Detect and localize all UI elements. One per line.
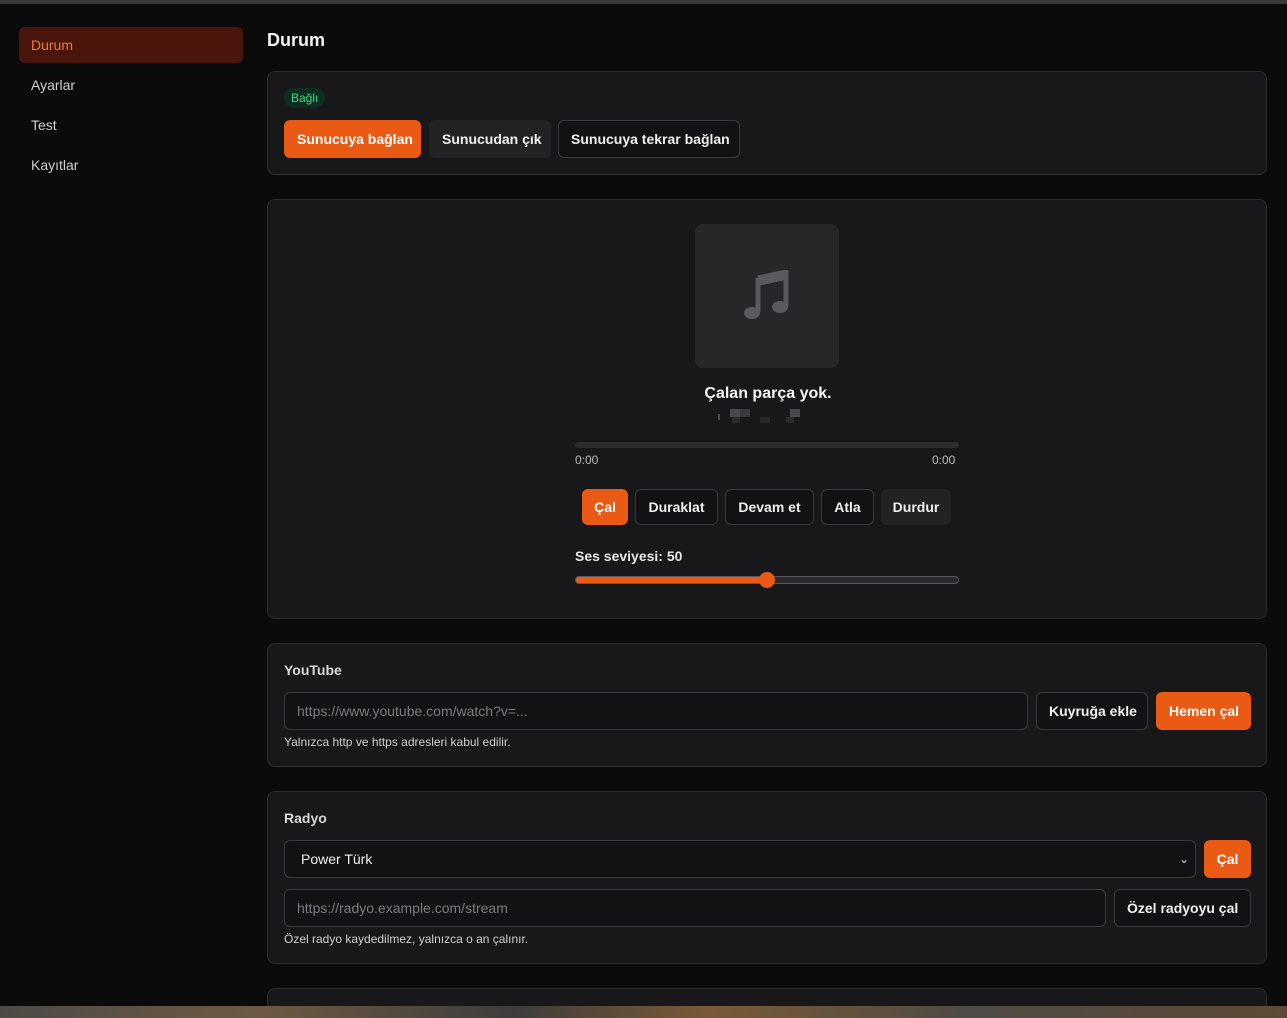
radio-card: Radyo Power Türk ⌄ Çal Özel radyoyu çal … bbox=[267, 791, 1267, 964]
album-art bbox=[695, 224, 839, 368]
redacted-artist bbox=[716, 409, 816, 423]
player-card: Çalan parça yok. 0:00 0:00 Çal Duraklat … bbox=[267, 199, 1267, 619]
youtube-card: YouTube Kuyruğa ekle Hemen çal Yalnızca … bbox=[267, 643, 1267, 767]
radio-title: Radyo bbox=[284, 810, 327, 826]
radio-station-value: Power Türk bbox=[301, 851, 373, 867]
youtube-hint: Yalnızca http ve https adresleri kabul e… bbox=[284, 735, 511, 749]
reconnect-button[interactable]: Sunucuya tekrar bağlan bbox=[558, 120, 740, 158]
volume-slider[interactable] bbox=[575, 572, 959, 588]
desktop-wallpaper-strip bbox=[0, 1006, 1287, 1018]
play-now-button[interactable]: Hemen çal bbox=[1156, 692, 1251, 730]
radio-station-select[interactable]: Power Türk ⌄ bbox=[284, 840, 1196, 878]
sidebar: Durum Ayarlar Test Kayıtlar bbox=[0, 4, 254, 1006]
volume-slider-fill bbox=[576, 577, 767, 583]
sidebar-item-test[interactable]: Test bbox=[19, 107, 243, 143]
pause-button[interactable]: Duraklat bbox=[635, 489, 718, 525]
time-current: 0:00 bbox=[575, 453, 599, 467]
sidebar-item-ayarlar[interactable]: Ayarlar bbox=[19, 67, 243, 103]
music-note-icon bbox=[744, 270, 789, 319]
chevron-down-icon: ⌄ bbox=[1178, 852, 1189, 866]
status-badge: Bağlı bbox=[284, 88, 326, 108]
volume-label: Ses seviyesi: 50 bbox=[575, 548, 683, 564]
radio-hint: Özel radyo kaydedilmez, yalnızca o an ça… bbox=[284, 932, 529, 946]
disconnect-button[interactable]: Sunucudan çık bbox=[429, 120, 551, 158]
progress-bar[interactable] bbox=[575, 442, 959, 448]
connection-card: Bağlı Sunucuya bağlan Sunucudan çık Sunu… bbox=[267, 71, 1267, 175]
youtube-url-input[interactable] bbox=[284, 692, 1028, 730]
stop-button[interactable]: Durdur bbox=[881, 489, 951, 525]
sidebar-item-durum[interactable]: Durum bbox=[19, 27, 243, 63]
skip-button[interactable]: Atla bbox=[821, 489, 874, 525]
time-total: 0:00 bbox=[932, 453, 956, 467]
page-title: Durum bbox=[267, 30, 325, 50]
add-to-queue-button[interactable]: Kuyruğa ekle bbox=[1036, 692, 1148, 730]
youtube-title: YouTube bbox=[284, 662, 342, 678]
custom-radio-play-button[interactable]: Özel radyoyu çal bbox=[1114, 889, 1251, 927]
play-button[interactable]: Çal bbox=[582, 489, 628, 525]
connect-button[interactable]: Sunucuya bağlan bbox=[284, 120, 421, 158]
radio-play-button[interactable]: Çal bbox=[1204, 840, 1251, 878]
custom-radio-url-input[interactable] bbox=[284, 889, 1106, 927]
resume-button[interactable]: Devam et bbox=[725, 489, 814, 525]
volume-slider-thumb[interactable] bbox=[759, 572, 775, 588]
sidebar-item-kayitlar[interactable]: Kayıtlar bbox=[19, 147, 243, 183]
track-title: Çalan parça yok. bbox=[704, 385, 832, 402]
